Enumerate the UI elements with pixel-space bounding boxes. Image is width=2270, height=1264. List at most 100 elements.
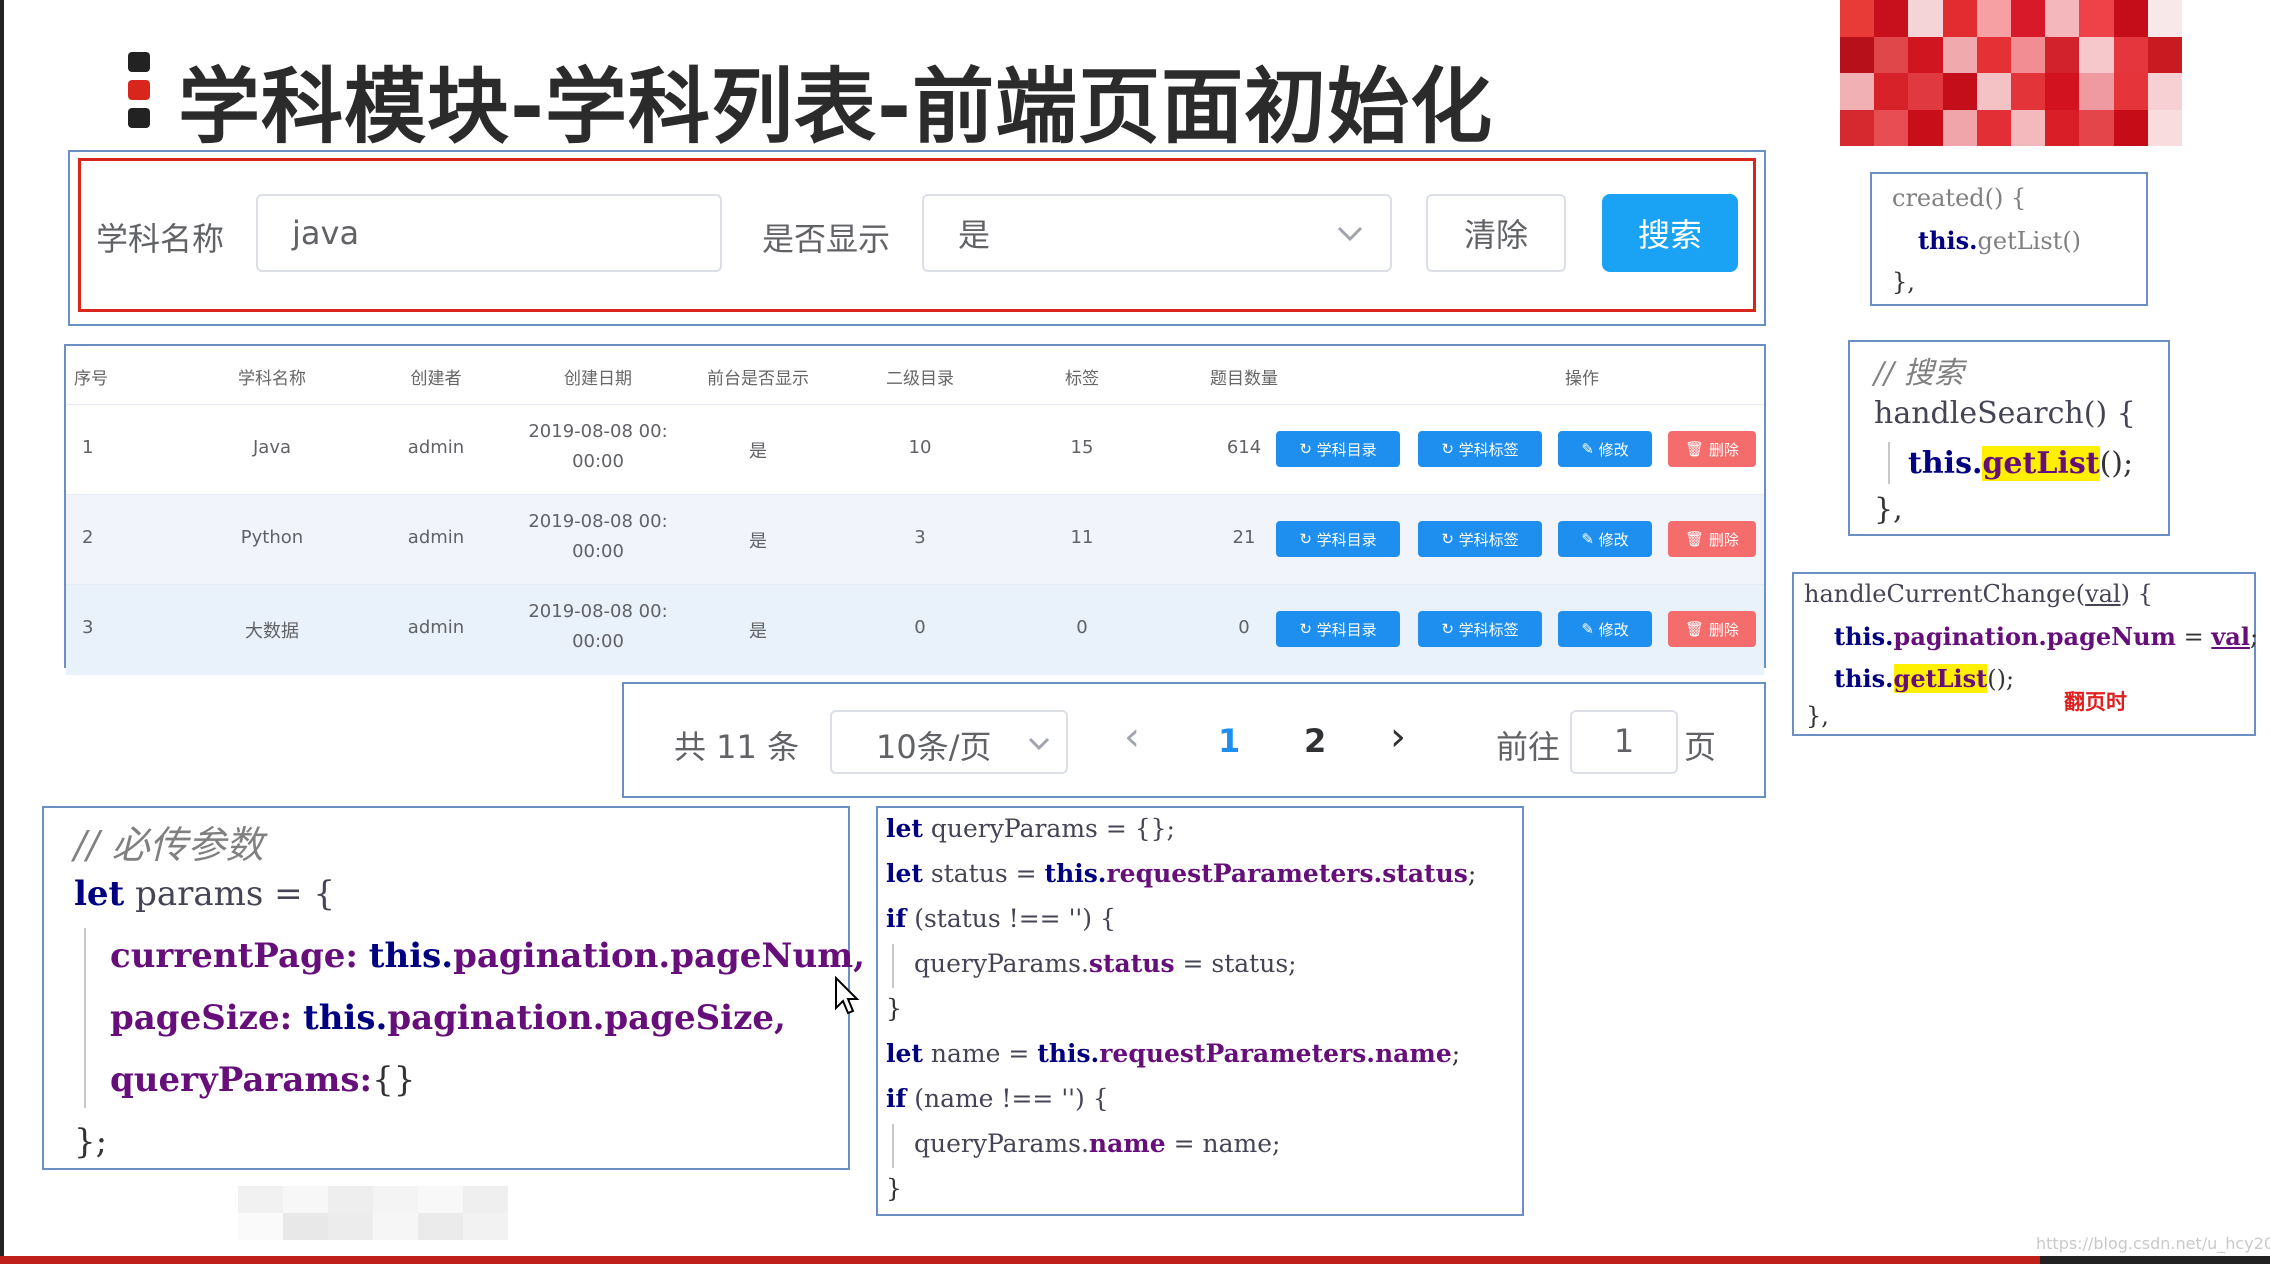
code-keyword: let — [886, 1039, 923, 1068]
code-keyword: this. — [1037, 1039, 1100, 1068]
clear-button[interactable]: 清除 — [1426, 194, 1566, 272]
tags-button[interactable]: ↻ 学科标签 — [1418, 611, 1542, 647]
code-keyword: let — [886, 859, 923, 888]
code-line: }, — [1892, 268, 1915, 296]
tags-button[interactable]: ↻ 学科标签 — [1418, 431, 1542, 467]
code-line: handleCurrentChange(val) { — [1804, 580, 2153, 608]
blur-tile — [418, 1213, 463, 1240]
mouse-cursor-icon — [835, 976, 860, 1015]
delete-button[interactable]: 🗑 删除 — [1668, 431, 1756, 467]
code-line: created() { — [1892, 184, 2027, 212]
mosaic-tile — [1840, 109, 1875, 146]
goto-label: 前往 — [1496, 728, 1561, 766]
mosaic-tile — [2147, 0, 2182, 37]
header-name: 学科名称 — [238, 369, 306, 389]
blur-tile — [283, 1213, 328, 1240]
edit-button-label: 修改 — [1598, 530, 1629, 549]
cell-name: Java — [252, 437, 292, 458]
code-line: let queryParams = {}; — [886, 814, 1175, 843]
slide-left-edge — [0, 0, 4, 1264]
edit-button-label: 修改 — [1598, 440, 1629, 459]
code-op: = — [2175, 623, 2212, 651]
code-assign: = name; — [1165, 1129, 1281, 1158]
tags-button-label: 学科标签 — [1458, 440, 1519, 459]
blur-tile — [238, 1186, 283, 1213]
code-call: getList() — [1977, 227, 2082, 255]
tags-button[interactable]: ↻ 学科标签 — [1418, 521, 1542, 557]
delete-button-label: 删除 — [1708, 620, 1739, 639]
code-line: }; — [74, 1122, 108, 1162]
code-prop: pagination.pageNum, — [453, 936, 866, 976]
search-button[interactable]: 搜索 — [1602, 194, 1738, 272]
code-line: if (name !== '') { — [886, 1084, 1109, 1113]
mosaic-tile — [2011, 73, 2046, 110]
directory-button[interactable]: ↻ 学科目录 — [1276, 431, 1400, 467]
code-keyword: let — [74, 874, 125, 914]
show-select[interactable]: 是 — [922, 194, 1392, 272]
code-line: queryParams:{} — [110, 1060, 415, 1100]
page-1-button[interactable]: 1 — [1218, 722, 1240, 760]
cell-index: 1 — [82, 437, 94, 458]
pagination-total: 共 11 条 — [674, 728, 800, 766]
blur-tile — [373, 1213, 418, 1240]
code-line: }, — [1806, 702, 1829, 730]
delete-button[interactable]: 🗑 删除 — [1668, 521, 1756, 557]
mosaic-tile — [2011, 36, 2046, 73]
mosaic-tile — [2147, 73, 2182, 110]
edit-button[interactable]: ✎ 修改 — [1558, 431, 1652, 467]
code-prop: status — [1088, 949, 1175, 978]
next-page-button[interactable]: › — [1390, 714, 1406, 760]
directory-button[interactable]: ↻ 学科目录 — [1276, 611, 1400, 647]
mosaic-tile — [2147, 36, 2182, 73]
directory-button-label: 学科目录 — [1316, 530, 1377, 549]
goto-page-input[interactable]: 1 — [1570, 710, 1678, 774]
delete-button[interactable]: 🗑 删除 — [1668, 611, 1756, 647]
code-line: queryParams.status = status; — [914, 949, 1297, 978]
page-size-value: 10条/页 — [876, 728, 992, 766]
blur-tile — [238, 1213, 283, 1240]
page-size-select[interactable]: 10条/页 — [830, 710, 1068, 774]
clear-button-label: 清除 — [1463, 216, 1528, 254]
code-call: (); — [1987, 665, 2015, 693]
mosaic-tile — [2011, 109, 2046, 146]
code-arg: val — [2211, 622, 2250, 651]
delete-button-label: 删除 — [1708, 530, 1739, 549]
code-line: }, — [1874, 492, 1903, 527]
subject-name-input[interactable]: java — [256, 194, 722, 272]
edit-button[interactable]: ✎ 修改 — [1558, 521, 1652, 557]
mosaic-tile — [2113, 0, 2148, 37]
code-key: pageSize: — [110, 998, 293, 1038]
mosaic-tile — [1840, 73, 1875, 110]
mosaic-tile — [1976, 0, 2011, 37]
mosaic-tile — [1874, 0, 1909, 37]
blur-tile — [373, 1186, 418, 1213]
code-var: queryParams. — [914, 1129, 1089, 1158]
header-questions: 题目数量 — [1210, 369, 1278, 389]
code-line: handleSearch() { — [1874, 396, 2136, 431]
prev-page-button[interactable]: ‹ — [1124, 714, 1140, 760]
code-key: queryParams: — [110, 1060, 373, 1100]
edit-button[interactable]: ✎ 修改 — [1558, 611, 1652, 647]
mosaic-tile — [2045, 109, 2080, 146]
code-var: queryParams. — [914, 949, 1089, 978]
page-2-button[interactable]: 2 — [1304, 722, 1326, 760]
directory-button[interactable]: ↻ 学科目录 — [1276, 521, 1400, 557]
blur-tile — [328, 1186, 373, 1213]
code-created-box: created() { this.getList() }, — [1870, 172, 2148, 306]
mosaic-tile — [1942, 109, 1977, 146]
code-prop: name — [1088, 1129, 1166, 1158]
code-key: currentPage: — [110, 936, 358, 976]
table-row: 1 Java admin 2019-08-08 00: 00:00 是 10 15… — [66, 404, 1764, 495]
code-assign: = status; — [1174, 949, 1297, 978]
mosaic-tile — [2011, 0, 2046, 37]
blur-tile — [283, 1186, 328, 1213]
mosaic-tile — [2079, 109, 2114, 146]
code-prop: pagination.pageNum — [1893, 622, 2176, 651]
code-keyword: this. — [1918, 226, 1978, 255]
code-var: name = — [930, 1039, 1038, 1068]
code-fn-end: ) { — [2120, 580, 2153, 608]
mosaic-tile — [1942, 36, 1977, 73]
code-params-box: // 必传参数 let params = { currentPage: this… — [42, 806, 865, 1170]
code-highlight: getList — [1893, 664, 1988, 693]
search-button-label: 搜索 — [1637, 216, 1702, 254]
